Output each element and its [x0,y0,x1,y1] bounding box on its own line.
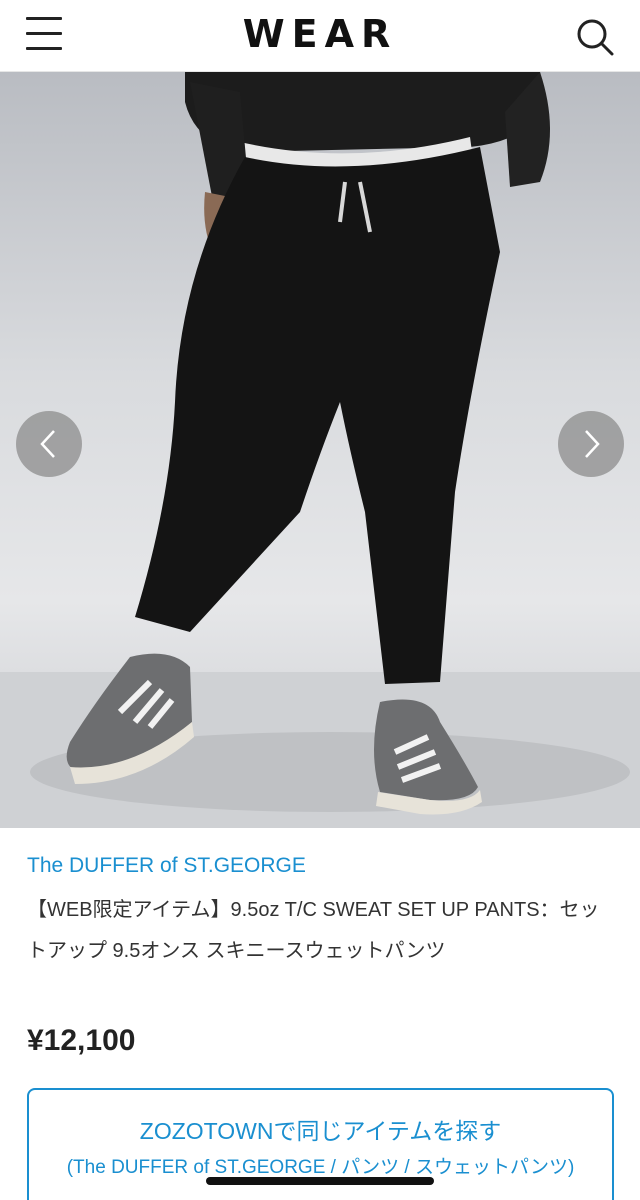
next-image-button[interactable] [558,411,624,477]
chevron-left-icon [40,430,55,458]
wear-logo[interactable]: WEAR [0,12,640,56]
prev-image-button[interactable] [16,411,82,477]
product-title: 【WEB限定アイテム】9.5oz T/C SWEAT SET UP PANTS：… [27,899,600,962]
search-icon[interactable] [576,18,614,56]
zozotown-button-label: ZOZOTOWNで同じアイテムを探す [139,1118,502,1144]
home-indicator [206,1177,434,1185]
product-photo [0,72,640,828]
chevron-right-icon [585,430,600,458]
product-image[interactable] [0,72,640,828]
product-price: ¥12,100 [27,1024,136,1057]
brand-link[interactable]: The DUFFER of ST.GEORGE [27,854,306,878]
app-header: WEAR [0,0,640,72]
